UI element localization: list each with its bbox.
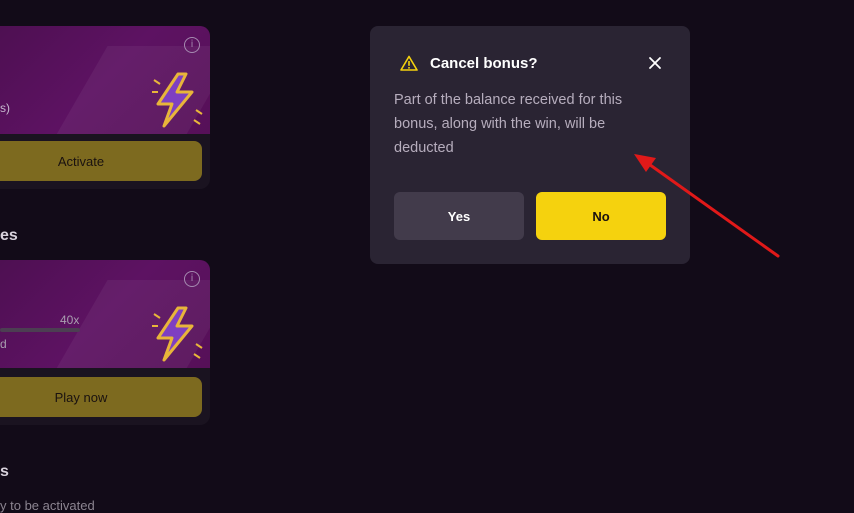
play-now-button[interactable]: Play now bbox=[0, 377, 202, 417]
annotation-arrow-icon bbox=[634, 154, 780, 258]
lightning-bolt-icon bbox=[152, 72, 203, 128]
activate-button[interactable]: Activate bbox=[0, 141, 202, 181]
bonus-card-banner: i bbox=[0, 26, 210, 134]
section-title: es bbox=[0, 227, 18, 244]
yes-button[interactable]: Yes bbox=[394, 192, 524, 240]
wager-label: 40x bbox=[60, 313, 80, 327]
wager-progress-bar bbox=[0, 328, 80, 332]
section-title: s bbox=[0, 463, 9, 480]
card-partial-text: s) bbox=[0, 101, 10, 115]
lightning-bolt-icon bbox=[152, 306, 203, 362]
info-icon[interactable]: i bbox=[184, 37, 200, 53]
card-partial-text: d bbox=[0, 337, 7, 351]
bonus-card-banner: i bbox=[0, 260, 210, 368]
dialog-title: Cancel bonus? bbox=[430, 55, 538, 72]
section-subtitle: y to be activated bbox=[0, 498, 95, 513]
bonus-card-activate: i s) Activate bbox=[0, 26, 210, 189]
info-icon[interactable]: i bbox=[184, 271, 200, 287]
warning-icon bbox=[400, 55, 418, 71]
bonus-card-play: i 40x d Play now bbox=[0, 260, 210, 425]
close-icon[interactable] bbox=[647, 55, 663, 71]
